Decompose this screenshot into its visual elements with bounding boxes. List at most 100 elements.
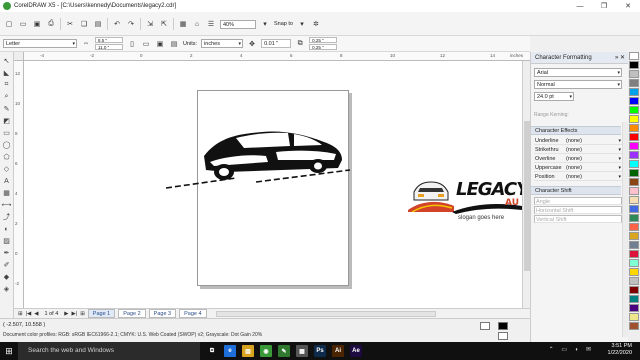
car-silhouette-artwork[interactable] — [166, 116, 356, 196]
edge-taskbar-icon[interactable]: e — [224, 345, 236, 357]
taskbar-search-box[interactable]: Search the web and Windows — [18, 342, 200, 360]
page-width-field[interactable]: 8.5 " — [95, 37, 123, 43]
cut-icon[interactable]: ✂ — [65, 19, 75, 29]
add-page-icon[interactable]: ⊞ — [18, 311, 23, 317]
tab-page-2[interactable]: Page 2 — [118, 309, 146, 318]
task-view-taskbar-icon[interactable]: ⧉ — [206, 345, 218, 357]
blend-tool-icon[interactable]: ◐ — [2, 224, 12, 234]
palette-swatch[interactable] — [629, 322, 639, 330]
ellipse-tool-icon[interactable]: ◯ — [2, 140, 12, 150]
after-effects-taskbar-icon[interactable]: Ae — [350, 345, 362, 357]
effect-underline-row[interactable]: Underline (none) ▾ — [534, 137, 622, 145]
add-page-end-icon[interactable]: ⊞ — [80, 311, 85, 317]
palette-swatch[interactable] — [629, 142, 639, 150]
palette-swatch[interactable] — [629, 259, 639, 267]
font-style-select[interactable]: Normal ▾ — [534, 80, 622, 89]
zoom-level-select[interactable]: 40% — [220, 19, 256, 29]
nudge-distance-field[interactable]: 0.01 " — [261, 39, 292, 48]
duplicate-y-field[interactable]: 0.25 " — [309, 44, 338, 50]
current-page-icon[interactable]: ▤ — [169, 39, 179, 49]
system-tray-icons[interactable]: ⌃ ▭ ◖ ✉ — [549, 346, 594, 353]
effect-uppercase-row[interactable]: Uppercase (none) ▾ — [534, 164, 622, 172]
rectangle-tool-icon[interactable]: ▭ — [2, 128, 12, 138]
palette-swatch[interactable] — [629, 250, 639, 258]
horizontal-ruler[interactable]: -4 -2 0 2 4 6 8 10 12 14 inches — [24, 52, 530, 61]
font-size-field[interactable]: 24.0 pt ▾ — [534, 92, 574, 101]
new-icon[interactable]: ▢ — [4, 19, 14, 29]
drawing-canvas[interactable]: LEGACYH AU slogan goes here — [24, 61, 522, 308]
dimension-tool-icon[interactable]: ⟷ — [1, 200, 11, 210]
palette-swatch[interactable] — [629, 70, 639, 78]
maximize-icon[interactable]: ❐ — [592, 0, 616, 12]
last-page-icon[interactable]: ▶| — [72, 311, 78, 317]
palette-swatch[interactable] — [629, 214, 639, 222]
interactive-fill-icon[interactable]: ◈ — [2, 284, 12, 294]
system-clock[interactable]: 3:51 PM 1/22/2020 — [608, 343, 632, 357]
open-icon[interactable]: ▭ — [18, 19, 28, 29]
connector-tool-icon[interactable]: ⤴ — [2, 212, 12, 222]
fill-color-swatch[interactable] — [480, 322, 490, 330]
save-icon[interactable]: ▣ — [32, 19, 42, 29]
zoom-tool-icon[interactable]: ⌕ — [2, 92, 12, 102]
options-icon[interactable]: ☰ — [206, 19, 216, 29]
palette-swatch[interactable] — [629, 169, 639, 177]
chevron-down-icon[interactable]: ▾ — [260, 19, 270, 29]
undo-icon[interactable]: ↶ — [112, 19, 122, 29]
close-icon[interactable]: ✕ — [616, 0, 640, 12]
table-tool-icon[interactable]: ▦ — [2, 188, 12, 198]
palette-swatch[interactable] — [629, 106, 639, 114]
all-pages-icon[interactable]: ▣ — [155, 39, 165, 49]
shape-tool-icon[interactable]: ◣ — [2, 68, 12, 78]
vertical-scrollbar[interactable] — [522, 61, 530, 308]
print-icon[interactable]: ⎙ — [46, 19, 56, 29]
palette-swatch[interactable] — [629, 160, 639, 168]
next-page-icon[interactable]: ▶ — [64, 311, 68, 317]
paper-type-select[interactable]: Letter ▾ — [3, 39, 77, 48]
color-profiles-info[interactable]: Document color profiles: RGB: sRGB IEC61… — [3, 332, 262, 338]
palette-swatch[interactable] — [629, 79, 639, 87]
windows-start-icon[interactable]: ⊞ — [0, 342, 18, 360]
ruler-corner[interactable] — [14, 52, 24, 61]
palette-swatch[interactable] — [629, 304, 639, 312]
redo-icon[interactable]: ↷ — [126, 19, 136, 29]
tab-page-1[interactable]: Page 1 — [87, 309, 116, 318]
portrait-icon[interactable]: ▯ — [127, 39, 137, 49]
transparency-tool-icon[interactable]: ▨ — [2, 236, 12, 246]
outline-tool-icon[interactable]: ✐ — [2, 260, 12, 270]
pick-tool-icon[interactable]: ↖ — [2, 56, 12, 66]
store-taskbar-icon[interactable]: ▦ — [296, 345, 308, 357]
copy-icon[interactable]: ❏ — [79, 19, 89, 29]
outline-color-swatch[interactable] — [498, 322, 508, 330]
palette-swatch[interactable] — [629, 133, 639, 141]
effect-strikethru-row[interactable]: Strikethru (none) ▾ — [534, 146, 622, 154]
chevron-down-icon[interactable]: ▾ — [297, 19, 307, 29]
palette-swatch[interactable] — [629, 232, 639, 240]
palette-swatch[interactable] — [629, 241, 639, 249]
fill-tool-icon[interactable]: ◆ — [2, 272, 12, 282]
freehand-tool-icon[interactable]: ✎ — [2, 104, 12, 114]
text-tool-icon[interactable]: A — [2, 176, 12, 186]
basic-shapes-icon[interactable]: ◇ — [2, 164, 12, 174]
illustrator-taskbar-icon[interactable]: Ai — [332, 345, 344, 357]
palette-swatch[interactable] — [629, 61, 639, 69]
font-list-select[interactable]: Arial ▾ — [534, 68, 622, 77]
first-page-icon[interactable]: |◀ — [26, 311, 32, 317]
palette-swatch[interactable] — [629, 88, 639, 96]
app-launcher-icon[interactable]: ▦ — [178, 19, 188, 29]
snap-to-dropdown[interactable]: Snap to — [274, 21, 293, 27]
horizontal-scrollbar[interactable] — [215, 310, 436, 317]
palette-swatch[interactable] — [629, 286, 639, 294]
minimize-icon[interactable]: — — [568, 0, 592, 12]
tab-page-3[interactable]: Page 3 — [148, 309, 177, 318]
settings-icon[interactable]: ✲ — [311, 19, 321, 29]
units-select[interactable]: inches ▾ — [201, 39, 244, 48]
legacy-logo[interactable]: LEGACYH AU slogan goes here — [408, 176, 522, 236]
palette-swatch[interactable] — [629, 124, 639, 132]
effect-overline-row[interactable]: Overline (none) ▾ — [534, 155, 622, 163]
palette-swatch[interactable] — [629, 268, 639, 276]
palette-swatch[interactable] — [629, 187, 639, 195]
smart-fill-icon[interactable]: ◩ — [2, 116, 12, 126]
welcome-icon[interactable]: ⌂ — [192, 19, 202, 29]
outline-none-swatch[interactable] — [498, 332, 508, 340]
coreldraw-taskbar-icon[interactable]: ✎ — [278, 345, 290, 357]
